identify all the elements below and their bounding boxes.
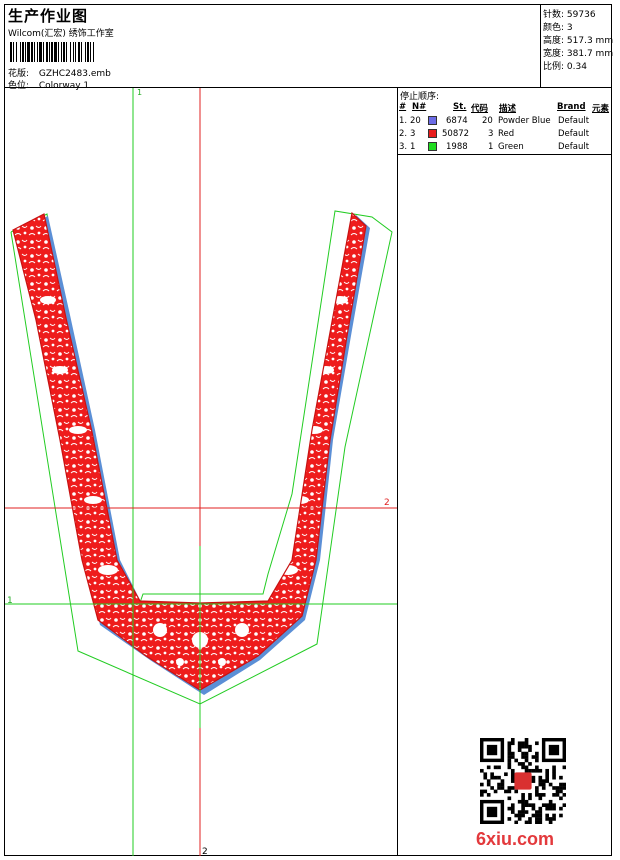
- stat-label: 针数:: [543, 10, 565, 20]
- row-code: 1: [488, 142, 494, 152]
- stat-value: 517.3 mm: [566, 36, 614, 46]
- guide-label-v2: 2: [202, 847, 208, 857]
- stat-label: 比例:: [543, 62, 565, 72]
- row-stitches: 1988: [446, 142, 468, 152]
- row-index: 1.: [399, 116, 408, 126]
- stat-value: 59736: [566, 10, 596, 20]
- col-element: 元素: [592, 104, 610, 114]
- stat-value: 0.34: [566, 62, 587, 72]
- col-description: 描述: [499, 104, 517, 114]
- guide-label-h2: 2: [384, 498, 390, 508]
- row-description: Red: [498, 129, 515, 139]
- row-index: 2.: [399, 129, 408, 139]
- stat-colors: 颜色: 3: [543, 20, 573, 33]
- guide-label-h1: 1: [7, 596, 13, 606]
- table-row: 3. 1 1988 1 Green Default: [398, 142, 612, 155]
- stat-label: 高度:: [543, 36, 565, 46]
- stat-label: 颜色:: [543, 23, 565, 33]
- stat-scale: 比例: 0.34: [543, 59, 587, 72]
- row-description: Powder Blue: [498, 116, 551, 126]
- embroidery-preview: [5, 88, 397, 856]
- embroidery-lace: [12, 211, 367, 691]
- stat-stitches: 针数: 59736: [543, 7, 596, 20]
- header-info: 生产作业图 Wilcom(汇宏) 绣饰工作室 花版: GZHC2483.emb …: [5, 5, 540, 91]
- col-brand: Brand: [557, 102, 586, 112]
- color-swatch: [428, 116, 437, 125]
- row-code: 3: [488, 129, 494, 139]
- row-brand: Default: [558, 129, 590, 139]
- qr-code: [480, 738, 566, 824]
- stats-panel: 针数: 59736 颜色: 3 高度: 517.3 mm 宽度: 381.7 m…: [540, 5, 613, 87]
- watermark-site: 6xiu.com: [476, 829, 555, 849]
- row-code: 20: [482, 116, 493, 126]
- page-title: 生产作业图: [8, 7, 89, 25]
- row-stitches: 6874: [446, 116, 468, 126]
- stat-height: 高度: 517.3 mm: [543, 33, 613, 46]
- design-canvas: [5, 88, 397, 856]
- stop-sequence-title: 停止顺序:: [400, 92, 440, 102]
- table-row: 2. 3 50872 3 Red Default: [398, 129, 612, 142]
- stat-value: 381.7 mm: [566, 49, 614, 59]
- row-needle: 3: [410, 129, 416, 139]
- stat-label: 宽度:: [543, 49, 565, 59]
- panel-divider: [397, 88, 398, 856]
- row-needle: 20: [410, 116, 421, 126]
- table-row: 1. 20 6874 20 Powder Blue Default: [398, 116, 612, 129]
- col-needle: N#: [412, 102, 427, 112]
- guide-label-v1: 1: [137, 88, 143, 97]
- barcode: [10, 42, 97, 62]
- color-swatch: [428, 142, 437, 151]
- row-brand: Default: [558, 116, 590, 126]
- stat-width: 宽度: 381.7 mm: [543, 46, 613, 59]
- row-index: 3.: [399, 142, 408, 152]
- row-stitches: 50872: [442, 129, 470, 139]
- row-brand: Default: [558, 142, 590, 152]
- col-code: 代码: [471, 104, 489, 114]
- row-description: Green: [498, 142, 524, 152]
- row-needle: 1: [410, 142, 416, 152]
- col-stitches: St.: [453, 102, 467, 112]
- color-swatch: [428, 129, 437, 138]
- stat-value: 3: [566, 23, 573, 33]
- studio-name: Wilcom(汇宏) 绣饰工作室: [8, 29, 114, 39]
- col-index: #: [399, 102, 407, 112]
